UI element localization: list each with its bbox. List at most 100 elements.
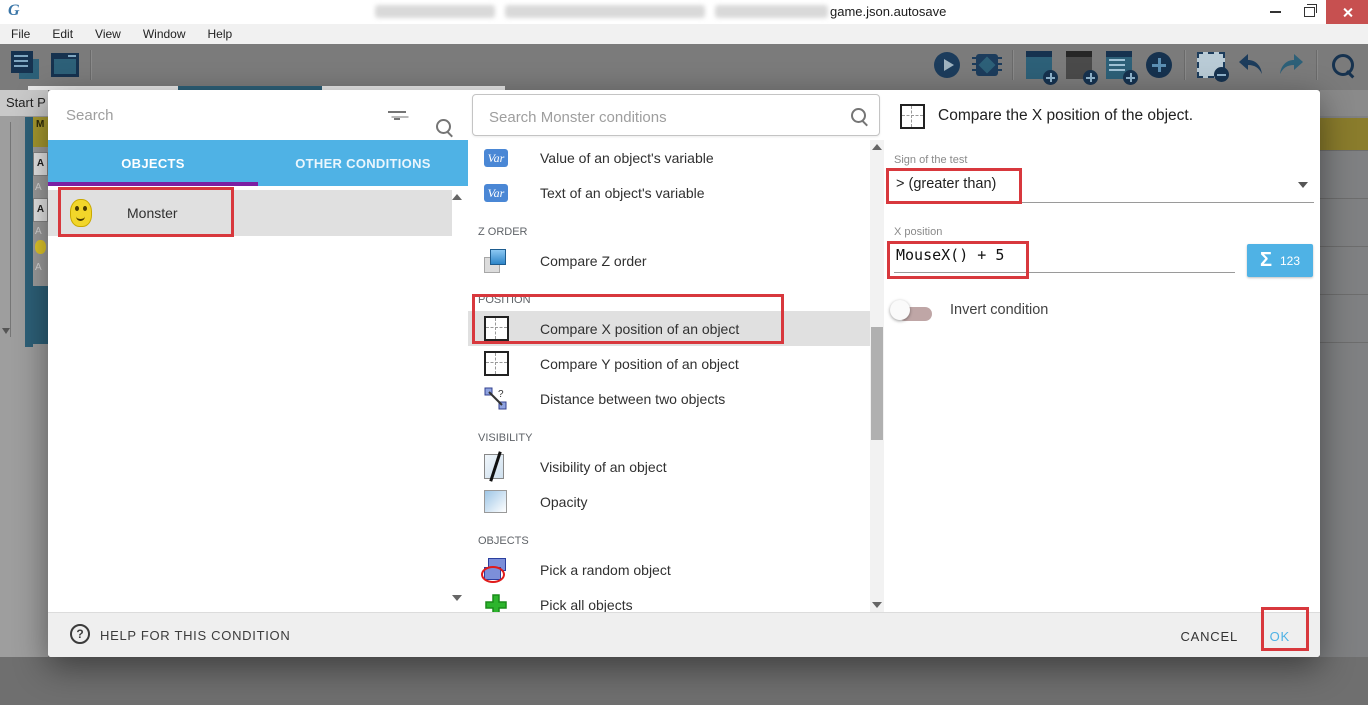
conditions-list: Var Value of an object's variable Var Te… <box>468 140 870 612</box>
condition-item[interactable]: Var Value of an object's variable <box>468 140 870 175</box>
section-header: Z ORDER <box>468 210 870 243</box>
close-button[interactable] <box>1326 0 1368 24</box>
condition-item[interactable]: Compare Y position of an object <box>468 346 870 381</box>
section-header: OBJECTS <box>468 519 870 552</box>
event-color-bar <box>25 117 33 347</box>
application-window: G game.json.autosave File Edit View Wind… <box>0 0 1368 705</box>
tab-objects[interactable]: OBJECTS <box>48 140 258 186</box>
condition-item[interactable]: ? Distance between two objects <box>468 381 870 416</box>
selected-event-row: M <box>33 117 48 147</box>
scrollbar-thumb[interactable] <box>871 327 883 440</box>
toolbar-left-group <box>10 44 92 86</box>
add-event-icon[interactable] <box>1024 50 1054 80</box>
cancel-button[interactable]: CANCEL <box>1174 622 1244 650</box>
menu-edit[interactable]: Edit <box>41 27 84 41</box>
start-page-tab[interactable]: Start P <box>0 90 48 116</box>
menu-help[interactable]: Help <box>197 27 244 41</box>
delete-selection-icon[interactable] <box>1196 50 1226 80</box>
window-title: game.json.autosave <box>830 4 946 19</box>
gdevelop-logo-icon: G <box>8 2 28 22</box>
redacted-title-segment <box>505 5 705 18</box>
sign-of-test-label: Sign of the test <box>894 154 967 166</box>
selected-event-row-right <box>1320 118 1368 150</box>
objects-search-bar <box>48 90 468 141</box>
objects-search-input[interactable] <box>64 100 368 130</box>
active-tab-underline <box>48 182 258 186</box>
background-bottom-area <box>0 657 1368 705</box>
search-icon[interactable] <box>436 119 451 134</box>
toolbar-separator <box>90 50 92 80</box>
menu-file[interactable]: File <box>0 27 41 41</box>
monster-icon <box>70 199 92 227</box>
monster-object-thumbnail <box>35 240 46 254</box>
compare-x-icon <box>484 316 509 341</box>
condition-item[interactable]: Visibility of an object <box>468 449 870 484</box>
open-expression-editor-button[interactable]: Σ 123 <box>1247 244 1313 277</box>
filter-icon[interactable] <box>388 109 406 121</box>
event-tree-line <box>10 122 11 337</box>
redo-icon[interactable] <box>1276 50 1306 80</box>
menu-window[interactable]: Window <box>132 27 197 41</box>
project-manager-icon[interactable] <box>10 50 40 80</box>
search-icon[interactable] <box>851 108 866 123</box>
pick-random-object-icon <box>484 558 508 582</box>
scene-window-icon[interactable] <box>50 50 80 80</box>
svg-text:?: ? <box>498 389 504 400</box>
toolbar-separator <box>1184 50 1186 80</box>
menu-view[interactable]: View <box>84 27 132 41</box>
preview-play-icon[interactable] <box>932 50 962 80</box>
add-new-icon[interactable] <box>1144 50 1174 80</box>
events-editor-background: Start P M A A A A A <box>0 90 48 657</box>
objects-scroll-down-icon[interactable] <box>452 595 462 601</box>
conditions-scrollbar <box>870 140 884 612</box>
event-block <box>33 286 48 344</box>
condition-item[interactable]: Pick all objects <box>468 587 870 612</box>
objects-scroll-up-icon[interactable] <box>452 194 462 200</box>
toolbar-separator <box>1012 50 1014 80</box>
conditions-search-input[interactable] <box>487 102 821 132</box>
text-object-glyph: A <box>35 262 42 273</box>
text-object-icon: A <box>33 198 48 222</box>
debug-icon[interactable] <box>972 50 1002 80</box>
scroll-down-icon[interactable] <box>872 602 882 608</box>
x-position-input[interactable]: MouseX() + 5 <box>896 246 1004 264</box>
event-tree-collapse-icon[interactable] <box>2 328 10 334</box>
section-header: VISIBILITY <box>468 416 870 449</box>
conditions-search-bar <box>472 94 880 136</box>
main-toolbar <box>0 44 1368 86</box>
compare-y-icon <box>484 351 509 376</box>
invert-condition-label: Invert condition <box>950 302 1048 318</box>
distance-icon: ? <box>484 387 508 411</box>
tab-other-conditions[interactable]: OTHER CONDITIONS <box>258 140 468 186</box>
minimize-button[interactable] <box>1258 0 1292 24</box>
sigma-icon: Σ <box>1260 249 1272 272</box>
condition-item[interactable]: Pick a random object <box>468 552 870 587</box>
search-icon[interactable] <box>1328 50 1358 80</box>
condition-item[interactable]: Opacity <box>468 484 870 519</box>
compare-x-icon <box>900 104 925 129</box>
ok-button[interactable]: OK <box>1264 622 1296 650</box>
condition-source-tabs: OBJECTS OTHER CONDITIONS <box>48 140 468 186</box>
object-list-item-monster[interactable]: Monster <box>48 190 452 236</box>
redacted-title-segment <box>715 5 828 18</box>
help-icon[interactable]: ? <box>70 624 90 644</box>
invert-toggle-thumb[interactable] <box>890 300 910 320</box>
pick-all-objects-icon <box>484 593 508 613</box>
chevron-down-icon[interactable] <box>1298 182 1308 188</box>
toolbar-separator <box>1316 50 1318 80</box>
opacity-icon <box>484 490 507 513</box>
restore-button[interactable] <box>1292 0 1326 24</box>
condition-item[interactable]: Compare Z order <box>468 243 870 278</box>
sign-of-test-select[interactable]: > (greater than) <box>896 176 996 192</box>
menu-bar: File Edit View Window Help <box>0 24 1368 45</box>
scroll-up-icon[interactable] <box>872 144 882 150</box>
add-subevent-icon[interactable] <box>1064 50 1094 80</box>
add-comment-icon[interactable] <box>1104 50 1134 80</box>
events-rows-background <box>1320 90 1368 657</box>
condition-item[interactable]: Var Text of an object's variable <box>468 175 870 210</box>
help-for-condition-button[interactable]: HELP FOR THIS CONDITION <box>100 628 290 643</box>
condition-item-compare-x[interactable]: Compare X position of an object <box>468 311 870 346</box>
var-icon: Var <box>484 149 508 167</box>
text-object-glyph: A <box>35 182 42 193</box>
undo-icon[interactable] <box>1236 50 1266 80</box>
